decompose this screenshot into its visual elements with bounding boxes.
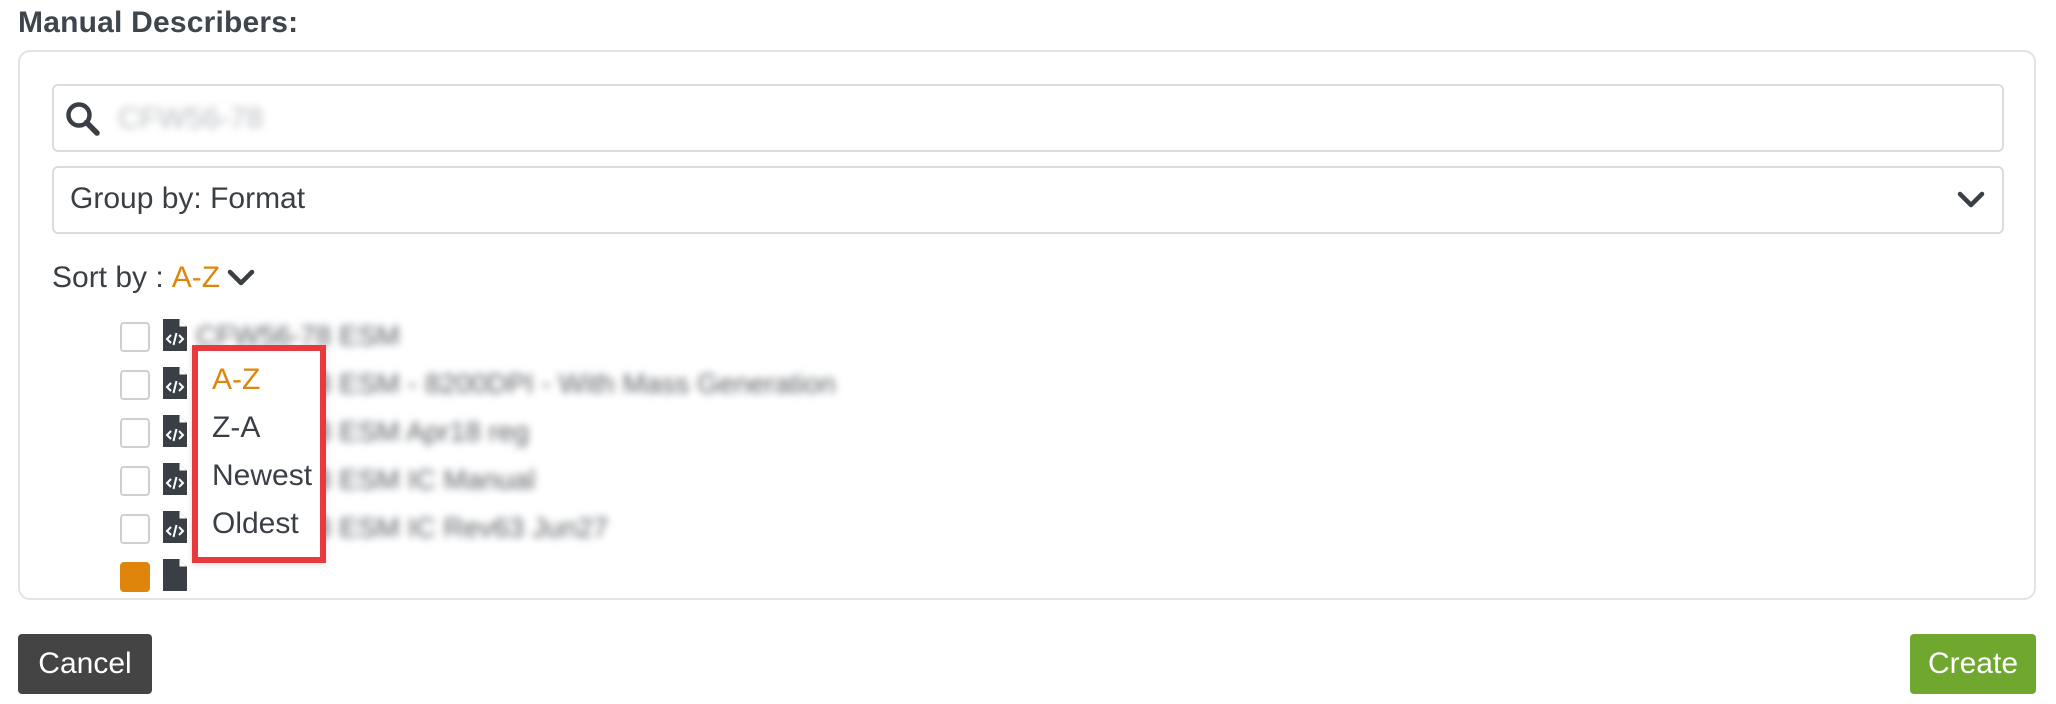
search-input[interactable] — [116, 96, 1980, 142]
sort-dropdown-menu: A-Z Z-A Newest Oldest — [192, 345, 326, 563]
search-icon — [66, 102, 100, 136]
item-checkbox[interactable] — [120, 562, 150, 592]
chevron-down-icon[interactable] — [226, 266, 256, 290]
cancel-button[interactable]: Cancel — [18, 634, 152, 694]
create-button[interactable]: Create — [1910, 634, 2036, 694]
list-item[interactable] — [120, 558, 1220, 598]
sort-value[interactable]: A-Z — [172, 261, 220, 295]
sort-option-a-z[interactable]: A-Z — [212, 363, 260, 397]
code-file-icon — [163, 367, 187, 399]
describers-panel: Group by: Format Sort by : A-Z — [18, 50, 2036, 600]
section-title: Manual Describers: — [18, 6, 299, 39]
item-checkbox[interactable] — [120, 370, 150, 400]
manual-describers-form: Manual Describers: Group by: Format Sort… — [0, 0, 2056, 704]
item-checkbox[interactable] — [120, 322, 150, 352]
code-file-icon — [163, 511, 187, 543]
item-checkbox[interactable] — [120, 466, 150, 496]
search-box[interactable] — [52, 84, 2004, 152]
sort-label: Sort by : — [52, 261, 164, 294]
item-checkbox[interactable] — [120, 418, 150, 448]
code-file-icon — [163, 319, 187, 351]
sort-option-oldest[interactable]: Oldest — [212, 507, 299, 541]
group-by-label: Group by: Format — [70, 182, 306, 215]
sort-row: Sort by : A-Z — [52, 258, 256, 298]
item-checkbox[interactable] — [120, 514, 150, 544]
sort-option-newest[interactable]: Newest — [212, 459, 312, 493]
group-by-select[interactable]: Group by: Format — [52, 166, 2004, 234]
code-file-icon — [163, 415, 187, 447]
code-file-icon — [163, 463, 187, 495]
code-file-icon — [163, 559, 187, 591]
chevron-down-icon — [1957, 191, 1985, 208]
sort-option-z-a[interactable]: Z-A — [212, 411, 260, 445]
